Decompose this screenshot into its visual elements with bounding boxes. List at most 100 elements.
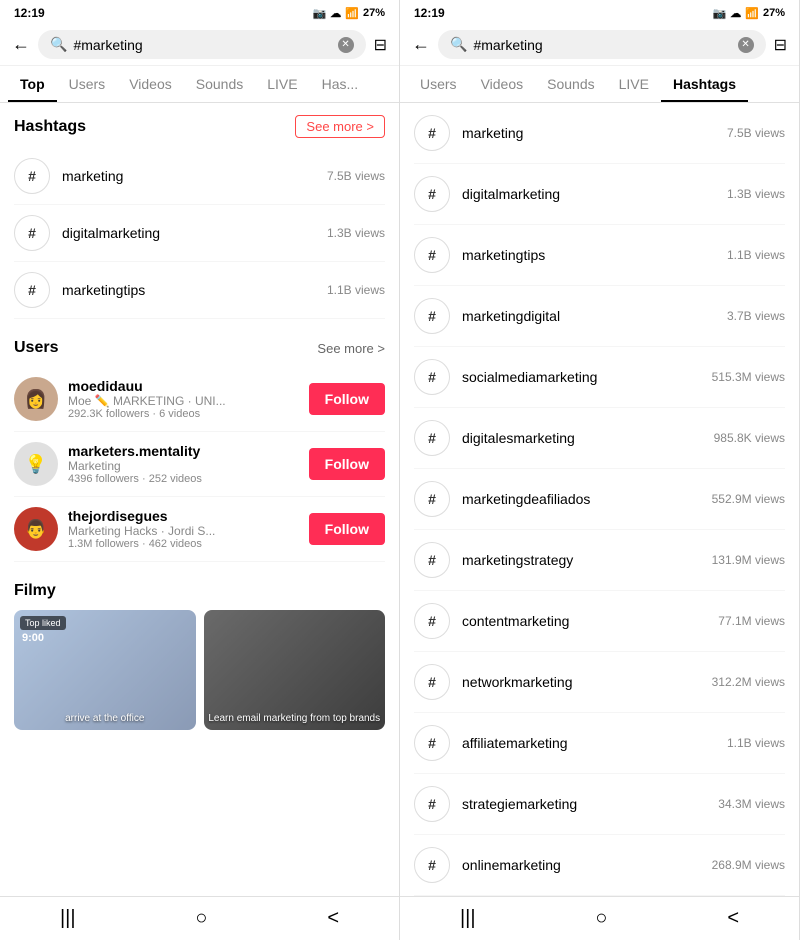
video-caption-1: arrive at the office — [14, 713, 196, 724]
hashtag-list-name-6: marketingdeafiliados — [462, 491, 700, 507]
battery-left: 27% — [363, 7, 385, 19]
hashtags-header: Hashtags See more > — [14, 115, 385, 138]
user-info-1: moedidauu Moe ✏️ MARKETING · UNI... 292.… — [68, 378, 299, 420]
filmy-section: Filmy Top liked 9:00 arrive at the offic… — [0, 570, 399, 742]
camera-icon-right: 📷 — [713, 7, 727, 20]
hashtag-list-views-3: 3.7B views — [727, 309, 785, 323]
tab-sounds-right[interactable]: Sounds — [535, 66, 606, 102]
hashtag-list-views-0: 7.5B views — [727, 126, 785, 140]
hashtag-list-row-1[interactable]: # digitalmarketing 1.3B views — [414, 164, 785, 225]
hashtag-views-3: 1.1B views — [327, 283, 385, 297]
tab-live-right[interactable]: LIVE — [607, 66, 661, 102]
hashtag-list-row-11[interactable]: # strategiemarketing 34.3M views — [414, 774, 785, 835]
hashtag-list-icon-2: # — [414, 237, 450, 273]
tab-top[interactable]: Top — [8, 66, 57, 102]
hashtag-list-views-11: 34.3M views — [718, 797, 785, 811]
hashtag-row[interactable]: # digitalmarketing 1.3B views — [14, 205, 385, 262]
user-desc-3: Marketing Hacks · Jordi S... — [68, 524, 299, 538]
hashtag-list-row-0[interactable]: # marketing 7.5B views — [414, 103, 785, 164]
nav-home-left[interactable]: ○ — [195, 907, 207, 930]
video-caption-2: Learn email marketing from top brands — [204, 713, 386, 724]
back-button-left[interactable]: ← — [12, 34, 30, 55]
tab-users-left[interactable]: Users — [57, 66, 118, 102]
top-liked-badge: Top liked — [20, 616, 66, 630]
filter-icon-left[interactable]: ⊟ — [374, 35, 387, 55]
hashtag-list-row-9[interactable]: # networkmarketing 312.2M views — [414, 652, 785, 713]
battery-right: 27% — [763, 7, 785, 19]
nav-home-right[interactable]: ○ — [595, 907, 607, 930]
filter-icon-right[interactable]: ⊟ — [774, 35, 787, 55]
hashtag-list-row-3[interactable]: # marketingdigital 3.7B views — [414, 286, 785, 347]
tab-videos-right[interactable]: Videos — [469, 66, 536, 102]
signal-icon-right: 📶 — [745, 7, 759, 20]
hashtag-list-views-8: 77.1M views — [718, 614, 785, 628]
hashtag-list-icon-7: # — [414, 542, 450, 578]
tabs-right: Users Videos Sounds LIVE Hashtags — [400, 66, 799, 103]
search-input-wrap-left[interactable]: 🔍 #marketing ✕ — [38, 30, 366, 59]
hashtag-list-row-12[interactable]: # onlinemarketing 268.9M views — [414, 835, 785, 896]
hashtag-views-2: 1.3B views — [327, 226, 385, 240]
hashtag-row[interactable]: # marketing 7.5B views — [14, 148, 385, 205]
hashtag-list-row-4[interactable]: # socialmediamarketing 515.3M views — [414, 347, 785, 408]
video-thumb-1[interactable]: Top liked 9:00 arrive at the office — [14, 610, 196, 730]
hashtag-list-name-5: digitalesmarketing — [462, 430, 702, 446]
user-row-1[interactable]: 👩 moedidauu Moe ✏️ MARKETING · UNI... 29… — [14, 367, 385, 432]
nav-menu-right[interactable]: ||| — [460, 907, 476, 930]
nav-back-right[interactable]: < — [727, 907, 739, 930]
follow-button-2[interactable]: Follow — [309, 448, 385, 480]
hashtag-list-views-10: 1.1B views — [727, 736, 785, 750]
hashtags-see-more-button[interactable]: See more > — [295, 115, 385, 138]
nav-bar-right: ||| ○ < — [400, 896, 799, 940]
camera-icon: 📷 — [313, 7, 327, 20]
video-time-1: 9:00 — [22, 632, 44, 644]
users-title: Users — [14, 339, 58, 357]
back-button-right[interactable]: ← — [412, 34, 430, 55]
follow-button-1[interactable]: Follow — [309, 383, 385, 415]
filmy-grid: Top liked 9:00 arrive at the office Lear… — [14, 610, 385, 742]
hashtag-row[interactable]: # marketingtips 1.1B views — [14, 262, 385, 319]
hashtag-list-views-1: 1.3B views — [727, 187, 785, 201]
hashtag-list-icon-5: # — [414, 420, 450, 456]
clear-button-left[interactable]: ✕ — [338, 37, 354, 53]
avatar-emoji-2: 💡 — [14, 442, 58, 486]
tab-videos-left[interactable]: Videos — [117, 66, 184, 102]
hashtag-list-icon-10: # — [414, 725, 450, 761]
hashtag-list-icon-4: # — [414, 359, 450, 395]
hashtag-list-row-8[interactable]: # contentmarketing 77.1M views — [414, 591, 785, 652]
hashtag-list-row-5[interactable]: # digitalesmarketing 985.8K views — [414, 408, 785, 469]
search-text-left: #marketing — [73, 37, 331, 53]
follow-button-3[interactable]: Follow — [309, 513, 385, 545]
avatar-emoji-3: 👨 — [14, 507, 58, 551]
avatar-emoji-1: 👩 — [14, 377, 58, 421]
wifi-icon-right: ☁ — [730, 7, 741, 20]
tab-hashtags-right[interactable]: Hashtags — [661, 66, 748, 102]
users-see-more[interactable]: See more > — [317, 341, 385, 356]
nav-back-left[interactable]: < — [327, 907, 339, 930]
search-input-wrap-right[interactable]: 🔍 #marketing ✕ — [438, 30, 766, 59]
tab-users-right[interactable]: Users — [408, 66, 469, 102]
clear-button-right[interactable]: ✕ — [738, 37, 754, 53]
filmy-title: Filmy — [14, 582, 56, 600]
video-thumb-2[interactable]: Learn email marketing from top brands — [204, 610, 386, 730]
user-row-3[interactable]: 👨 thejordisegues Marketing Hacks · Jordi… — [14, 497, 385, 562]
hashtag-views-1: 7.5B views — [327, 169, 385, 183]
hashtag-list-row-6[interactable]: # marketingdeafiliados 552.9M views — [414, 469, 785, 530]
user-info-3: thejordisegues Marketing Hacks · Jordi S… — [68, 508, 299, 550]
hashtag-list-icon-6: # — [414, 481, 450, 517]
hashtag-list-views-2: 1.1B views — [727, 248, 785, 262]
hashtag-list-row-2[interactable]: # marketingtips 1.1B views — [414, 225, 785, 286]
tab-has-left[interactable]: Has... — [310, 66, 371, 102]
hashtag-list-name-9: networkmarketing — [462, 674, 700, 690]
hashtag-list-row-7[interactable]: # marketingstrategy 131.9M views — [414, 530, 785, 591]
hashtag-icon-2: # — [14, 215, 50, 251]
tab-sounds-left[interactable]: Sounds — [184, 66, 255, 102]
nav-menu-left[interactable]: ||| — [60, 907, 76, 930]
tab-live-left[interactable]: LIVE — [255, 66, 309, 102]
hashtag-list-views-6: 552.9M views — [712, 492, 785, 506]
status-bar-right: 12:19 📷 ☁ 📶 27% — [400, 0, 799, 24]
user-meta-1: 292.3K followers · 6 videos — [68, 408, 299, 420]
left-phone: 12:19 📷 ☁ 📶 27% ← 🔍 #marketing ✕ ⊟ Top U… — [0, 0, 400, 940]
user-row-2[interactable]: 💡 marketers.mentality Marketing 4396 fol… — [14, 432, 385, 497]
time-right: 12:19 — [414, 6, 445, 20]
hashtag-list-row-10[interactable]: # affiliatemarketing 1.1B views — [414, 713, 785, 774]
